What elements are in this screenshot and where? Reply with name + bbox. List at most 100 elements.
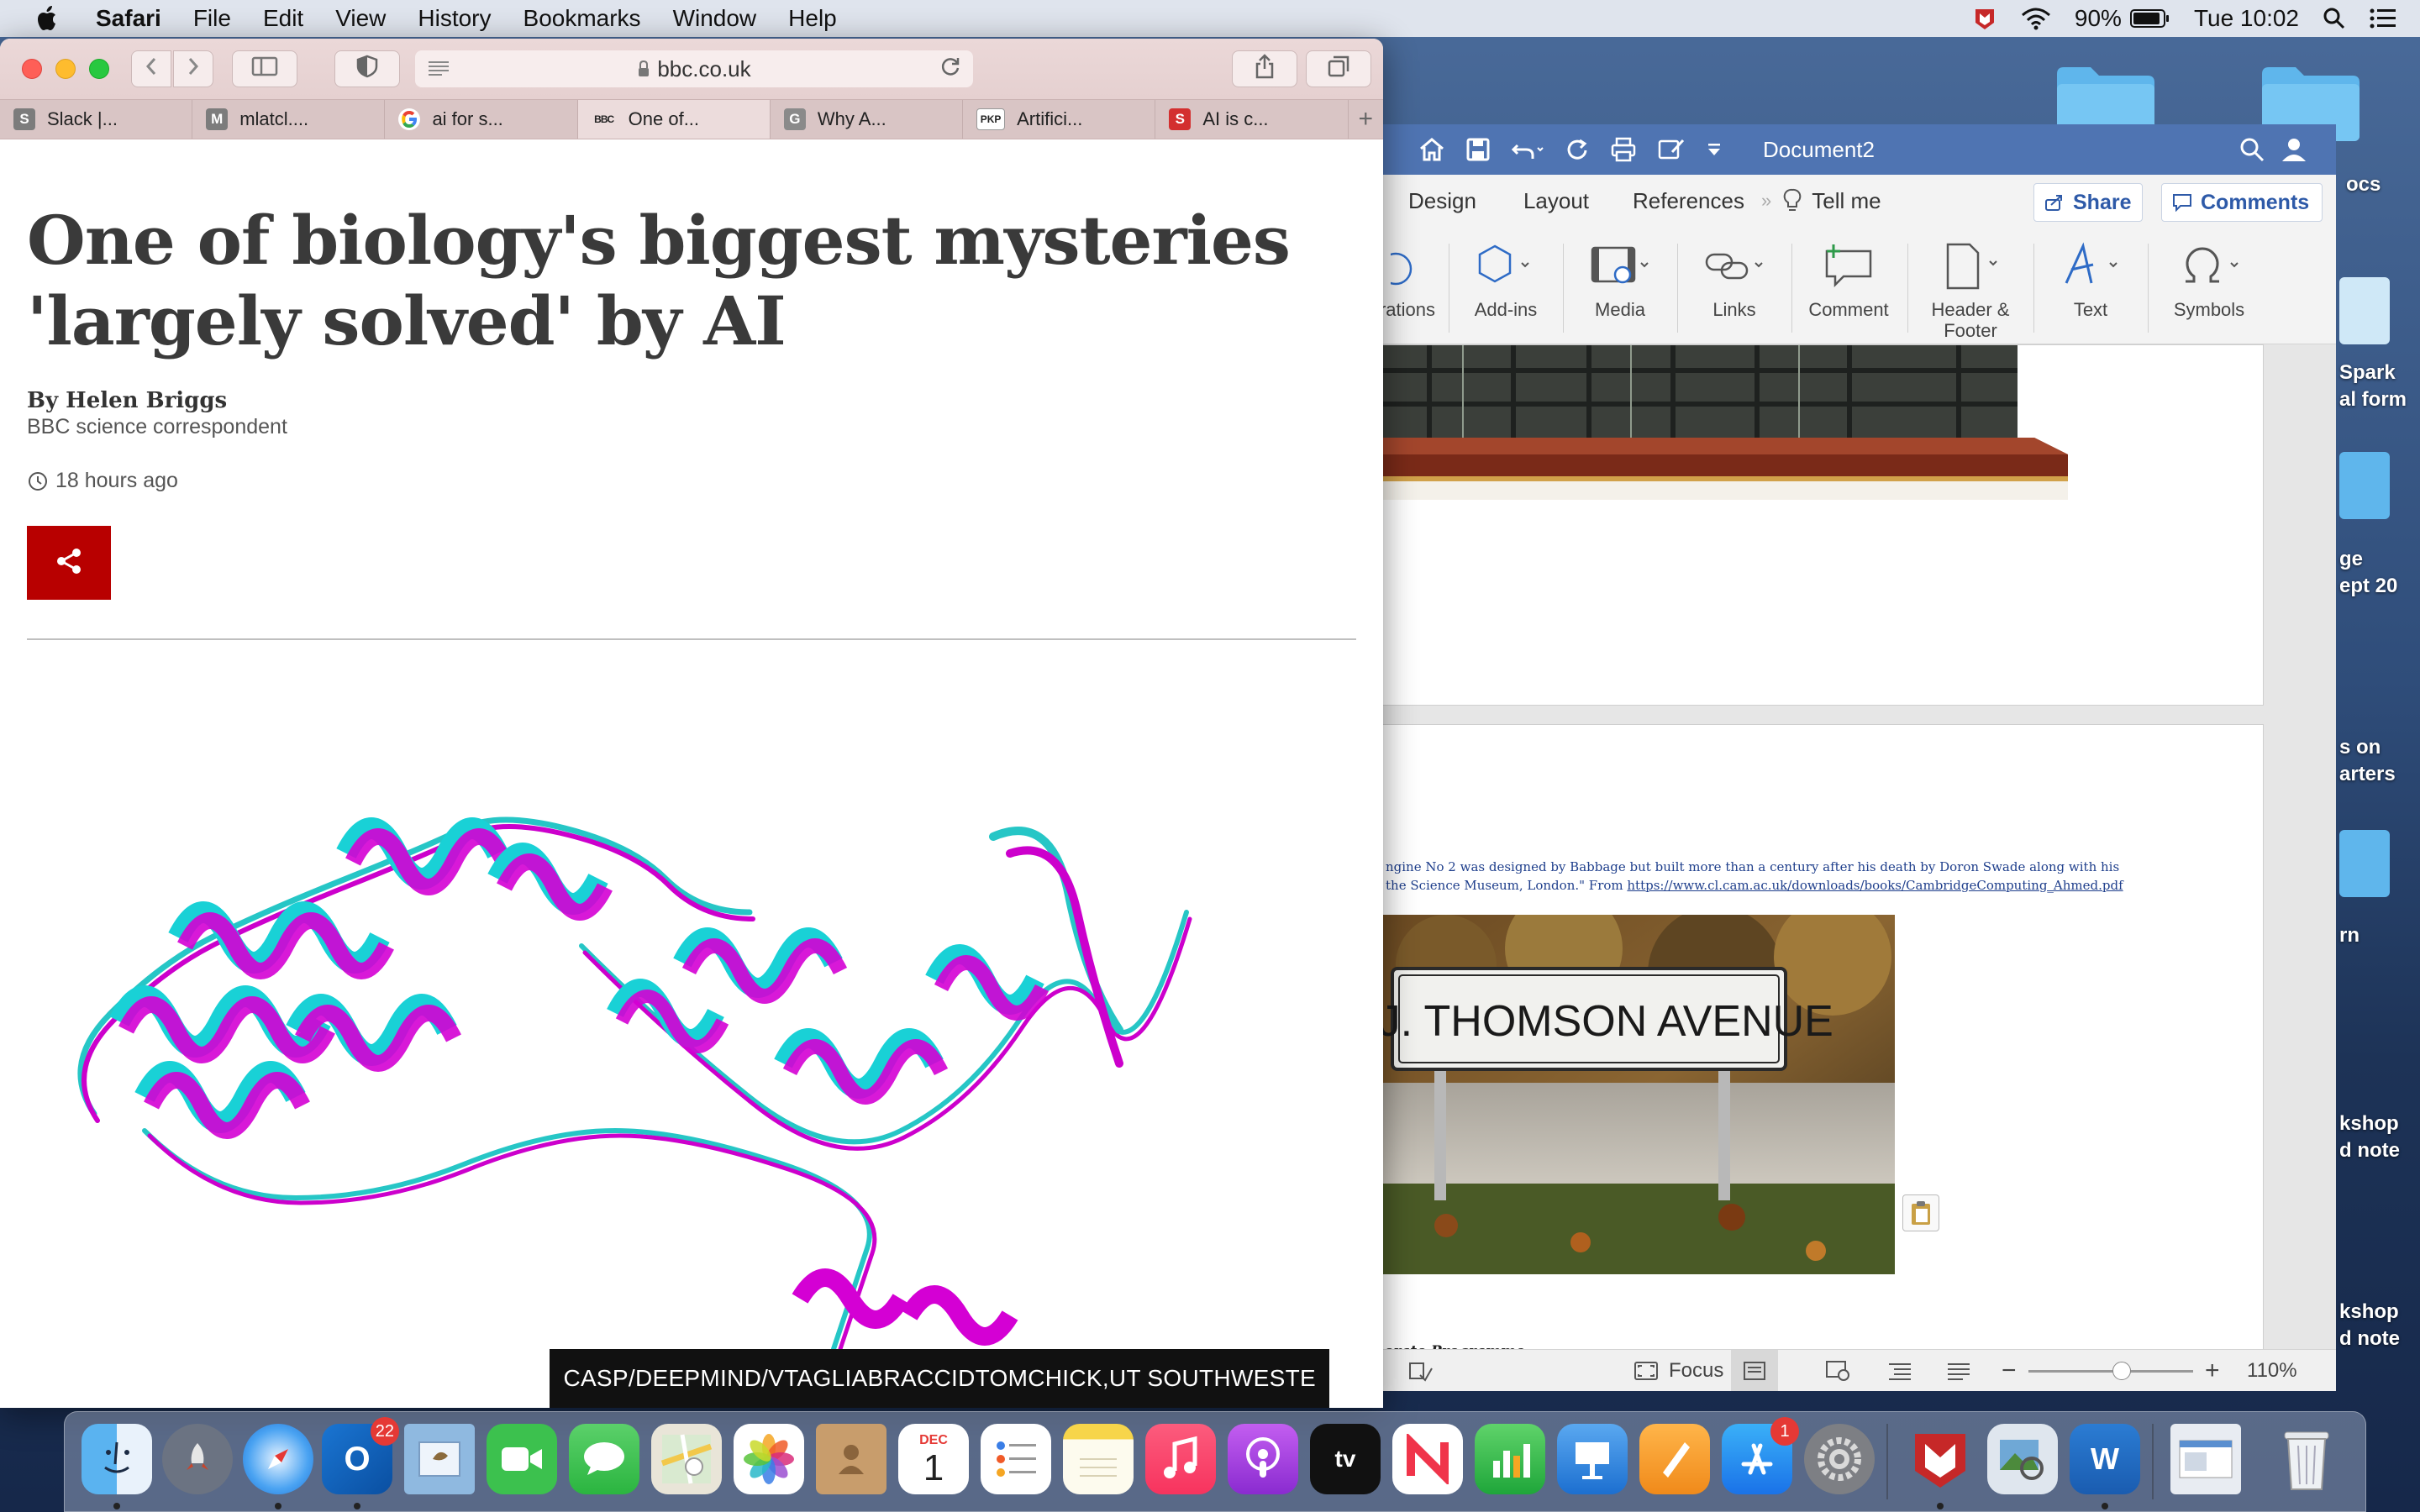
news-icon[interactable] bbox=[1392, 1424, 1463, 1494]
reader-view-icon[interactable] bbox=[427, 56, 450, 82]
zoom-in-button[interactable]: + bbox=[2205, 1350, 2220, 1391]
apple-menu-icon[interactable] bbox=[34, 4, 62, 33]
desktop-folder-icon[interactable] bbox=[2339, 830, 2390, 897]
preview-icon[interactable] bbox=[1987, 1424, 2058, 1494]
menu-edit[interactable]: Edit bbox=[263, 5, 303, 32]
home-icon[interactable] bbox=[1418, 137, 1445, 162]
zoom-window-button[interactable] bbox=[89, 59, 109, 79]
tab-design[interactable]: Design bbox=[1408, 188, 1476, 214]
outlook-icon[interactable]: O 22 bbox=[322, 1417, 399, 1494]
back-button[interactable] bbox=[131, 50, 171, 87]
downloads-stack-icon[interactable] bbox=[2170, 1424, 2241, 1494]
desktop-item-label[interactable]: Spark al form bbox=[2339, 360, 2407, 413]
calendar-icon[interactable]: DEC 1 bbox=[898, 1424, 969, 1494]
tab-references[interactable]: References bbox=[1633, 188, 1744, 214]
browser-tab[interactable]: S AI is c... bbox=[1155, 100, 1349, 139]
app-menu-safari[interactable]: Safari bbox=[96, 5, 161, 32]
document-canvas[interactable]: ngine No 2 was designed by Babbage but b… bbox=[1378, 344, 2336, 1362]
trash-icon[interactable] bbox=[2271, 1424, 2342, 1494]
save-icon[interactable] bbox=[1465, 137, 1491, 162]
tab-layout[interactable]: Layout bbox=[1523, 188, 1589, 214]
edit-document-icon[interactable] bbox=[1657, 137, 1686, 162]
mcafee-status-icon[interactable] bbox=[1972, 6, 1997, 31]
clock[interactable]: Tue 10:02 bbox=[2194, 5, 2299, 32]
podcasts-icon[interactable] bbox=[1228, 1424, 1298, 1494]
contacts-icon[interactable] bbox=[816, 1424, 886, 1494]
text-button[interactable]: Text bbox=[2042, 234, 2139, 341]
document-page[interactable]: ngine No 2 was designed by Babbage but b… bbox=[1378, 724, 2264, 1362]
messages-icon[interactable] bbox=[569, 1424, 639, 1494]
customize-toolbar-icon[interactable] bbox=[1706, 141, 1723, 158]
cambridge-pdf-link[interactable]: https://www.cl.cam.ac.uk/downloads/books… bbox=[1627, 878, 2123, 893]
sidebar-button[interactable] bbox=[232, 50, 297, 87]
apple-tv-icon[interactable]: tv bbox=[1310, 1424, 1381, 1494]
notification-center-icon[interactable] bbox=[2370, 8, 2396, 29]
privacy-report-button[interactable] bbox=[334, 50, 400, 87]
browser-tab-active[interactable]: BBC One of... bbox=[577, 100, 771, 139]
proofing-icon[interactable] bbox=[1408, 1350, 1434, 1391]
finder-icon[interactable] bbox=[82, 1424, 152, 1494]
tab-overview-button[interactable] bbox=[1306, 50, 1371, 87]
focus-button[interactable]: Focus bbox=[1669, 1350, 1723, 1391]
media-button[interactable]: Media bbox=[1571, 234, 1669, 341]
address-bar[interactable]: bbc.co.uk bbox=[415, 50, 973, 87]
desktop-item-label[interactable]: kshop d note bbox=[2339, 1110, 2400, 1164]
zoom-out-button[interactable]: − bbox=[2002, 1350, 2017, 1391]
zoom-level[interactable]: 110% bbox=[2247, 1350, 2297, 1391]
close-window-button[interactable] bbox=[22, 59, 42, 79]
focus-mode-icon[interactable] bbox=[1634, 1350, 1659, 1391]
new-comment-button[interactable]: Comment bbox=[1800, 234, 1897, 341]
launchpad-icon[interactable] bbox=[162, 1424, 233, 1494]
wifi-icon[interactable] bbox=[2021, 7, 2051, 30]
numbers-icon[interactable] bbox=[1475, 1424, 1545, 1494]
redo-icon[interactable] bbox=[1565, 137, 1590, 162]
safari-app-icon[interactable] bbox=[243, 1424, 313, 1494]
tell-me-search[interactable]: Tell me bbox=[1812, 188, 1881, 214]
symbols-button[interactable]: Symbols bbox=[2156, 234, 2262, 341]
illustrations-group[interactable]: rations bbox=[1378, 234, 1437, 341]
forward-button[interactable] bbox=[173, 50, 213, 87]
outline-view-icon[interactable] bbox=[1887, 1350, 1912, 1391]
new-tab-button[interactable]: + bbox=[1349, 100, 1383, 139]
search-icon[interactable] bbox=[2238, 136, 2265, 167]
browser-tab[interactable]: G Why A... bbox=[771, 100, 964, 139]
zoom-slider-thumb[interactable] bbox=[2112, 1362, 2131, 1380]
photos-icon[interactable] bbox=[734, 1424, 804, 1494]
desktop-file-icon[interactable] bbox=[2339, 277, 2390, 344]
word-app-icon[interactable]: W bbox=[2070, 1424, 2140, 1494]
app-store-icon[interactable]: 1 bbox=[1722, 1417, 1799, 1494]
battery-percent[interactable]: 90% bbox=[2075, 5, 2122, 32]
menu-help[interactable]: Help bbox=[788, 5, 837, 32]
comments-button[interactable]: Comments bbox=[2161, 183, 2323, 222]
pages-icon[interactable] bbox=[1639, 1424, 1710, 1494]
minimize-window-button[interactable] bbox=[55, 59, 76, 79]
bbc-article[interactable]: One of biology's biggest mysteries 'larg… bbox=[0, 139, 1383, 1408]
zoom-slider[interactable] bbox=[2028, 1350, 2193, 1391]
document-page[interactable] bbox=[1378, 344, 2264, 706]
web-layout-view-icon[interactable] bbox=[1825, 1350, 1850, 1391]
share-page-button[interactable] bbox=[1232, 50, 1297, 87]
share-button[interactable]: Share bbox=[2033, 183, 2143, 222]
battery-icon[interactable] bbox=[2129, 8, 2170, 29]
draft-view-icon[interactable] bbox=[1946, 1350, 1971, 1391]
paste-options-icon[interactable] bbox=[1902, 1194, 1939, 1231]
header-footer-button[interactable]: Header & Footer bbox=[1916, 234, 2025, 341]
music-icon[interactable] bbox=[1145, 1424, 1216, 1494]
menu-bookmarks[interactable]: Bookmarks bbox=[523, 5, 641, 32]
menu-window[interactable]: Window bbox=[673, 5, 757, 32]
menu-file[interactable]: File bbox=[193, 5, 231, 32]
mail-icon[interactable] bbox=[404, 1424, 475, 1494]
desktop-folder-icon[interactable] bbox=[2339, 452, 2390, 519]
browser-tab[interactable]: M mlatcl.... bbox=[192, 100, 386, 139]
desktop-item-label[interactable]: s on arters bbox=[2339, 734, 2396, 788]
keynote-icon[interactable] bbox=[1557, 1424, 1628, 1494]
browser-tab[interactable]: ai for s... bbox=[385, 100, 578, 139]
links-button[interactable]: Links bbox=[1686, 234, 1783, 341]
chevron-right-icon[interactable]: » bbox=[1761, 190, 1771, 212]
undo-icon[interactable] bbox=[1511, 137, 1544, 162]
print-layout-view-icon[interactable] bbox=[1731, 1350, 1778, 1391]
print-icon[interactable] bbox=[1610, 137, 1637, 162]
browser-tab[interactable]: S Slack |... bbox=[0, 100, 193, 139]
spotlight-search-icon[interactable] bbox=[2323, 7, 2346, 30]
share-article-button[interactable] bbox=[27, 526, 111, 600]
